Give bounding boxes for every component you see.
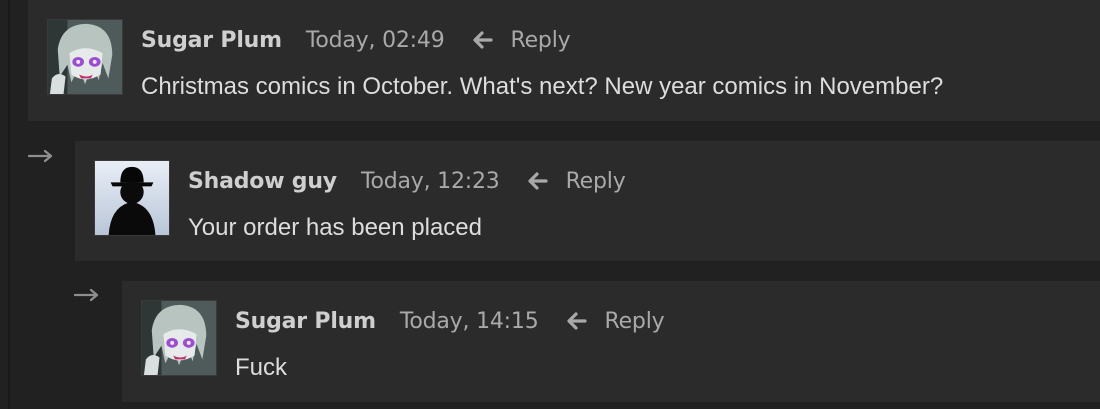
anime-girl-avatar-icon — [48, 20, 122, 94]
comment-time[interactable]: Today, 02:49 — [306, 28, 445, 53]
avatar[interactable] — [94, 160, 170, 236]
comment-card: Sugar Plum Today, 14:15 Reply Fuck — [122, 281, 1100, 402]
comment-text: Your order has been placed — [188, 214, 482, 241]
comment-meta: Shadow guy Today, 12:23 Reply — [188, 164, 626, 198]
arrow-left-icon — [527, 172, 548, 190]
comment-card: Sugar Plum Today, 02:49 Reply Christmas … — [28, 0, 1100, 121]
reply-thread-arrow-icon — [74, 288, 99, 302]
comment-meta: Sugar Plum Today, 02:49 Reply — [141, 23, 571, 57]
avatar[interactable] — [141, 300, 217, 376]
author-name[interactable]: Sugar Plum — [141, 28, 282, 53]
avatar[interactable] — [47, 19, 123, 95]
reply-thread-arrow-icon — [28, 149, 53, 163]
comment-time[interactable]: Today, 12:23 — [361, 169, 500, 194]
shadow-figure-avatar-icon — [95, 161, 169, 235]
reply-label: Reply — [604, 308, 665, 334]
author-name[interactable]: Shadow guy — [188, 169, 337, 194]
reply-button[interactable]: Reply — [526, 169, 626, 194]
thread-rail — [8, 0, 10, 409]
reply-button[interactable]: Reply — [471, 28, 571, 53]
arrow-left-icon — [472, 31, 493, 49]
comment-card: Shadow guy Today, 12:23 Reply Your order… — [75, 141, 1100, 261]
comment-text: Fuck — [235, 354, 288, 381]
comment-text: Christmas comics in October. What's next… — [141, 73, 944, 100]
reply-label: Reply — [510, 27, 571, 53]
arrow-left-icon — [566, 312, 587, 330]
author-name[interactable]: Sugar Plum — [235, 309, 376, 334]
comment-meta: Sugar Plum Today, 14:15 Reply — [235, 304, 665, 338]
anime-girl-avatar-icon — [142, 301, 216, 375]
reply-button[interactable]: Reply — [565, 309, 665, 334]
comment-time[interactable]: Today, 14:15 — [400, 309, 539, 334]
reply-label: Reply — [565, 168, 626, 194]
